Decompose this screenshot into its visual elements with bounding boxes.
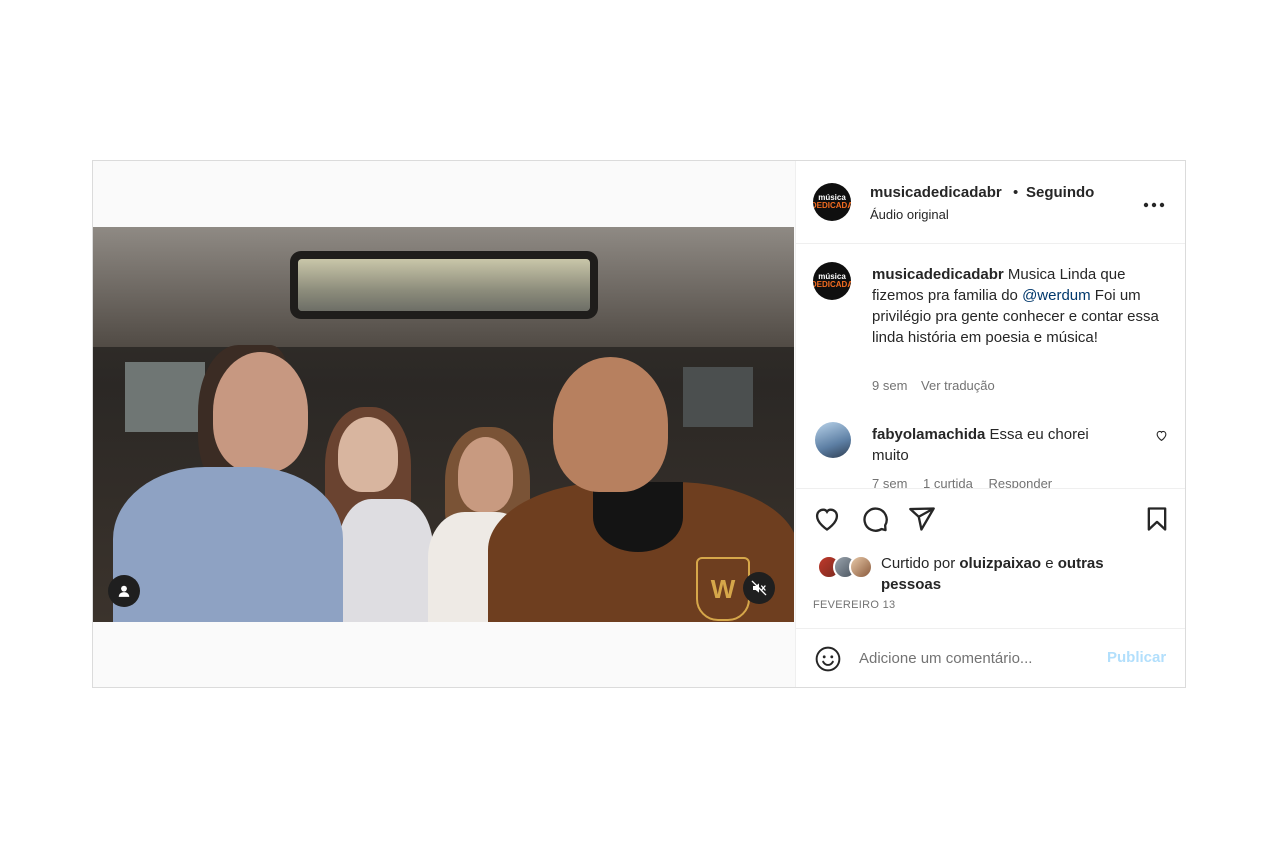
car-window-right <box>683 367 753 427</box>
car-window-left <box>125 362 205 432</box>
liker-username[interactable]: oluizpaixao <box>959 555 1041 572</box>
likes-summary: Curtido por oluizpaixao e outras pessoas <box>881 555 1104 593</box>
comment-likes[interactable]: 1 curtida <box>923 476 973 488</box>
share-button[interactable] <box>908 505 936 533</box>
caption-username[interactable]: musicadedicadabr <box>872 266 1004 283</box>
audio-link[interactable]: Áudio original <box>870 207 949 222</box>
user-icon <box>118 585 130 597</box>
car-sunroof <box>298 259 590 311</box>
caption-time: 9 sem <box>872 378 908 393</box>
person-face <box>338 417 398 492</box>
following-button[interactable]: Seguindo <box>1026 184 1094 201</box>
comment-username[interactable]: fabyolamachida <box>872 426 985 443</box>
comment-text: fabyolamachida Essa eu chorei muito <box>872 424 1127 466</box>
mute-toggle-button[interactable] <box>743 572 775 604</box>
post-sidebar: música DEDICADA musicadedicadabr • Segui… <box>795 161 1185 687</box>
translate-link[interactable]: Ver tradução <box>921 378 995 393</box>
more-options-button[interactable] <box>1143 191 1165 214</box>
brand-logo: música DEDICADA <box>813 272 851 289</box>
reply-button[interactable]: Responder <box>989 476 1053 488</box>
heart-icon <box>1156 430 1167 442</box>
comment-like-button[interactable] <box>1155 429 1168 445</box>
caption-meta: 9 sem Ver tradução <box>872 378 1005 393</box>
save-button[interactable] <box>1143 505 1171 533</box>
more-horizontal-icon <box>1143 202 1165 208</box>
comment-time: 7 sem <box>872 476 908 488</box>
emoji-icon <box>815 646 841 672</box>
bookmark-icon <box>1147 507 1167 531</box>
shirt-collar <box>593 482 683 552</box>
comment-meta: 7 sem 1 curtida Responder <box>872 476 1064 488</box>
avatar[interactable]: música DEDICADA <box>813 183 851 221</box>
post-date[interactable]: FEVEREIRO 13 <box>813 599 895 611</box>
publish-button[interactable]: Publicar <box>1107 649 1166 666</box>
post-media: W <box>93 161 796 687</box>
post-caption: musicadedicadabr Musica Linda que fizemo… <box>872 264 1162 348</box>
video-player[interactable]: W <box>93 227 794 622</box>
mention-link[interactable]: @werdum <box>1022 287 1091 304</box>
tagged-users-button[interactable] <box>108 575 140 607</box>
shirt-crest: W <box>696 557 750 621</box>
emoji-button[interactable] <box>815 646 841 672</box>
liker-avatars[interactable] <box>817 555 873 579</box>
post-header: música DEDICADA musicadedicadabr • Segui… <box>795 161 1185 244</box>
comment-input[interactable] <box>859 647 1089 669</box>
post-actions: Curtido por oluizpaixao e outras pessoas… <box>795 488 1185 629</box>
person-face <box>458 437 513 512</box>
person-face <box>553 357 668 492</box>
avatar[interactable]: música DEDICADA <box>813 262 851 300</box>
like-button[interactable] <box>813 505 841 533</box>
avatar <box>849 555 873 579</box>
brand-logo: música DEDICADA <box>813 193 851 210</box>
person-face <box>213 352 308 472</box>
avatar[interactable] <box>815 422 851 458</box>
add-comment-bar: Publicar <box>795 628 1185 688</box>
muted-speaker-icon <box>751 580 767 596</box>
person-body <box>338 499 433 622</box>
person-body <box>113 467 343 622</box>
send-icon <box>909 507 935 531</box>
comment-button[interactable] <box>861 505 889 533</box>
comments-list[interactable]: música DEDICADA musicadedicadabr Musica … <box>795 244 1185 488</box>
post-dialog: W música DEDICADA musicadedicadabr • Seg… <box>92 160 1186 688</box>
comment-icon <box>863 507 888 532</box>
separator-dot: • <box>1013 184 1019 201</box>
heart-icon <box>815 508 839 531</box>
author-username[interactable]: musicadedicadabr <box>870 184 1002 201</box>
